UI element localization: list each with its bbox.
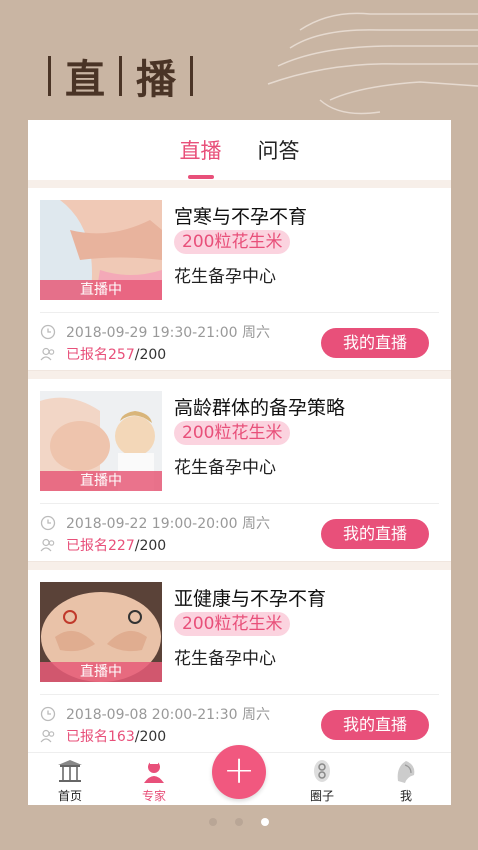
add-button[interactable]: + [212, 745, 266, 799]
clock-icon [40, 515, 56, 531]
people-icon [40, 729, 55, 743]
my-live-button[interactable]: 我的直播 [321, 328, 429, 358]
schedule-text: 2018-09-22 19:00-20:00 周六 [66, 516, 271, 532]
separator [28, 180, 451, 188]
registration: 已报名257/200 [40, 344, 166, 364]
card-thumbnail: 直播中 [40, 582, 162, 682]
nav-expert[interactable]: 专家 [124, 759, 184, 804]
capacity: /200 [134, 729, 167, 745]
expert-icon [144, 761, 164, 783]
nav-circle[interactable]: 圈子 [292, 759, 352, 804]
bottom-navigation: 首页 专家 + 圈子 我 [28, 745, 451, 805]
live-card[interactable]: 直播中 宫寒与不孕不育 200粒花生米 花生备孕中心 2018-09-29 19… [28, 188, 451, 371]
registered-count: 已报名163 [66, 729, 135, 745]
live-status-label: 直播中 [40, 471, 162, 491]
live-card[interactable]: 直播中 高龄群体的备孕策略 200粒花生米 花生备孕中心 2018-09-22 … [28, 379, 451, 562]
separator [28, 371, 451, 379]
clock-icon [40, 706, 56, 722]
separator [28, 562, 451, 570]
profile-icon [397, 761, 415, 783]
nav-profile[interactable]: 我 [376, 759, 436, 804]
organizer: 花生备孕中心 [174, 267, 276, 287]
live-card[interactable]: 直播中 亚健康与不孕不育 200粒花生米 花生备孕中心 2018-09-08 2… [28, 570, 451, 753]
page-indicator [0, 818, 478, 826]
page-dot[interactable] [235, 818, 243, 826]
page-dot[interactable] [209, 818, 217, 826]
nav-label: 圈子 [309, 789, 334, 803]
clock-icon [40, 324, 56, 340]
nav-label: 首页 [57, 789, 82, 803]
card-title: 亚健康与不孕不育 [174, 588, 327, 610]
schedule: 2018-09-08 20:00-21:30 周六 [40, 704, 270, 724]
home-pavilion-icon [58, 760, 82, 782]
my-live-button[interactable]: 我的直播 [321, 519, 429, 549]
price-badge: 200粒花生米 [174, 612, 291, 636]
page-title: 直 播 [48, 52, 193, 103]
organizer: 花生备孕中心 [174, 458, 276, 478]
live-status-label: 直播中 [40, 280, 162, 300]
tab-live[interactable]: 直播 [180, 135, 222, 179]
nav-label: 我 [399, 789, 412, 803]
price-badge: 200粒花生米 [174, 230, 291, 254]
schedule-text: 2018-09-08 20:00-21:30 周六 [66, 707, 271, 723]
tab-qa[interactable]: 问答 [258, 135, 300, 165]
card-title: 高龄群体的备孕策略 [174, 397, 346, 419]
price-badge: 200粒花生米 [174, 421, 291, 445]
capacity: /200 [134, 347, 167, 363]
divider [40, 694, 439, 695]
circle-icon [314, 760, 330, 782]
card-thumbnail: 直播中 [40, 200, 162, 300]
nav-home[interactable]: 首页 [40, 759, 100, 804]
schedule-text: 2018-09-29 19:30-21:00 周六 [66, 325, 271, 341]
title-char-2: 播 [136, 56, 176, 103]
nav-label: 专家 [141, 789, 166, 803]
title-divider [190, 56, 193, 96]
registered-count: 已报名227 [66, 538, 135, 554]
registered-count: 已报名257 [66, 347, 135, 363]
schedule: 2018-09-29 19:30-21:00 周六 [40, 322, 270, 342]
people-icon [40, 347, 55, 361]
schedule: 2018-09-22 19:00-20:00 周六 [40, 513, 270, 533]
page-dot-active[interactable] [261, 818, 269, 826]
title-char-1: 直 [65, 56, 105, 103]
registration: 已报名227/200 [40, 535, 166, 555]
people-icon [40, 538, 55, 552]
registration: 已报名163/200 [40, 726, 166, 746]
organizer: 花生备孕中心 [174, 649, 276, 669]
card-title: 宫寒与不孕不育 [174, 206, 308, 228]
divider [40, 503, 439, 504]
live-status-label: 直播中 [40, 662, 162, 682]
title-divider [119, 56, 122, 96]
title-divider [48, 56, 51, 96]
card-thumbnail: 直播中 [40, 391, 162, 491]
tab-bar: 直播 问答 [28, 120, 451, 180]
capacity: /200 [134, 538, 167, 554]
divider [40, 312, 439, 313]
my-live-button[interactable]: 我的直播 [321, 710, 429, 740]
content-panel: 直播 问答 直播中 宫寒与不孕不育 200粒花生米 花生备孕中心 2018-09… [28, 120, 451, 803]
